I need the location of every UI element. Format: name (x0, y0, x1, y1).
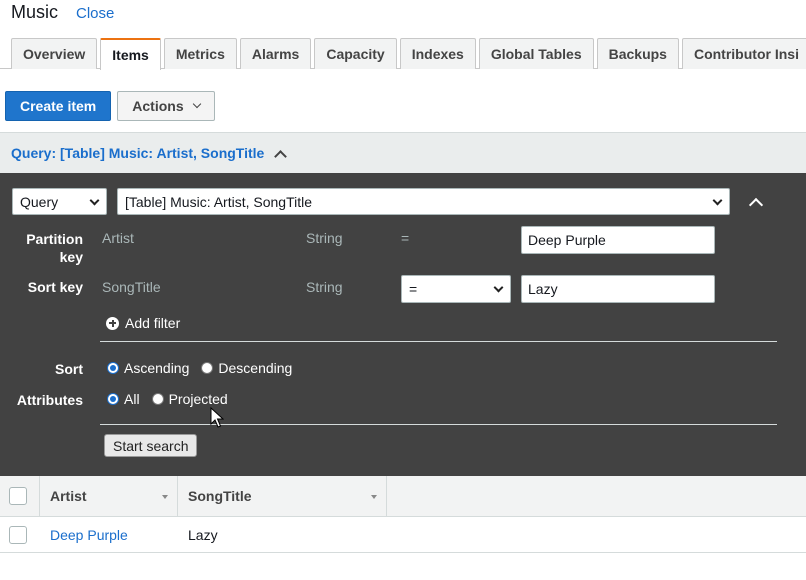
table-header: Artist SongTitle (0, 476, 806, 517)
add-filter-label: Add filter (125, 315, 181, 331)
tab-bar: Overview Items Metrics Alarms Capacity I… (11, 38, 806, 70)
artist-link[interactable]: Deep Purple (50, 527, 128, 543)
close-link[interactable]: Close (76, 5, 114, 22)
row-checkbox[interactable] (9, 525, 27, 544)
query-section-header[interactable]: Query: [Table] Music: Artist, SongTitle (0, 132, 806, 173)
query-mode-select[interactable]: Query (12, 188, 107, 215)
tab-alarms[interactable]: Alarms (239, 38, 312, 69)
sort-caret-icon[interactable] (162, 495, 168, 499)
select-all-checkbox[interactable] (9, 487, 27, 505)
partition-attr-type: String (306, 230, 343, 246)
mouse-cursor-icon (210, 407, 224, 428)
partition-operator: = (401, 230, 410, 246)
radio-unselected-icon[interactable] (151, 393, 164, 405)
sort-order-radio-group: Ascending Descending (107, 360, 304, 376)
radio-selected-icon[interactable] (107, 362, 119, 374)
start-search-button[interactable]: Start search (104, 434, 198, 457)
sort-caret-icon[interactable] (371, 495, 377, 499)
partition-value-text: Deep Purple (528, 232, 606, 248)
table-index-value: [Table] Music: Artist, SongTitle (125, 193, 312, 210)
tab-indexes[interactable]: Indexes (399, 38, 476, 69)
column-header-songtitle[interactable]: SongTitle (178, 476, 387, 516)
chevron-up-icon[interactable] (274, 149, 288, 163)
songtitle-value: Lazy (188, 526, 218, 543)
results-table: Artist SongTitle Deep Purple Lazy (0, 476, 806, 553)
partition-key-label: Partition key (26, 231, 83, 265)
column-header-label: SongTitle (188, 488, 252, 504)
collapse-chevron-icon[interactable] (748, 197, 764, 213)
radio-unselected-icon[interactable] (201, 362, 214, 374)
radio-ascending[interactable]: Ascending (107, 360, 189, 376)
tab-metrics[interactable]: Metrics (163, 38, 237, 69)
select-arrow-icon (712, 195, 723, 206)
table-row[interactable]: Deep Purple Lazy (0, 517, 806, 553)
partition-attr-name: Artist (102, 230, 134, 246)
sort-operator-select[interactable]: = (401, 275, 511, 303)
attributes-label: Attributes (16, 392, 83, 408)
create-item-button[interactable]: Create item (5, 91, 112, 121)
tab-backups[interactable]: Backups (596, 38, 679, 69)
query-section-title: Query: [Table] Music: Artist, SongTitle (11, 145, 265, 161)
query-mode-value: Query (20, 193, 59, 210)
select-arrow-icon (89, 195, 100, 206)
tab-overview[interactable]: Overview (11, 38, 98, 69)
row-select-cell (0, 517, 40, 552)
radio-selected-icon[interactable] (107, 393, 119, 405)
sort-label: Sort (55, 361, 83, 377)
sort-operator-value: = (409, 281, 418, 297)
divider (100, 424, 777, 425)
attributes-radio-group: All Projected (107, 391, 240, 407)
select-arrow-icon (493, 282, 504, 293)
radio-ascending-label: Ascending (124, 360, 190, 376)
radio-all-label: All (124, 391, 140, 407)
tab-contributor-insights[interactable]: Contributor Insi (681, 38, 806, 69)
sort-key-label: Sort key (27, 279, 83, 295)
tab-global-tables[interactable]: Global Tables (478, 38, 594, 69)
table-index-select[interactable]: [Table] Music: Artist, SongTitle (117, 188, 730, 215)
sort-value-text: Lazy (528, 281, 558, 297)
radio-all[interactable]: All (107, 391, 140, 407)
page-header: Music Close (11, 2, 114, 26)
partition-value-input[interactable]: Deep Purple (521, 226, 715, 254)
select-all-cell (0, 476, 40, 516)
radio-projected-label: Projected (168, 391, 228, 407)
sort-attr-name: SongTitle (102, 279, 161, 295)
radio-projected[interactable]: Projected (151, 391, 228, 407)
sort-attr-type: String (306, 279, 343, 295)
radio-descending[interactable]: Descending (201, 360, 292, 376)
radio-descending-label: Descending (218, 360, 293, 376)
column-header-label: Artist (50, 488, 87, 504)
actions-label: Actions (132, 98, 184, 114)
actions-button[interactable]: Actions (117, 91, 215, 121)
page-title: Music (11, 2, 59, 22)
tab-items[interactable]: Items (100, 38, 161, 70)
add-filter-button[interactable]: Add filter (106, 315, 180, 331)
chevron-down-icon (192, 99, 201, 109)
column-header-artist[interactable]: Artist (40, 476, 178, 516)
plus-circle-icon (106, 316, 119, 330)
sort-value-input[interactable]: Lazy (521, 275, 715, 303)
cell-artist: Deep Purple (40, 517, 178, 552)
divider (100, 341, 777, 342)
cell-songtitle: Lazy (178, 517, 387, 552)
tab-capacity[interactable]: Capacity (314, 38, 397, 69)
toolbar: Create item Actions (5, 91, 215, 121)
query-panel: Query [Table] Music: Artist, SongTitle P… (0, 173, 806, 476)
